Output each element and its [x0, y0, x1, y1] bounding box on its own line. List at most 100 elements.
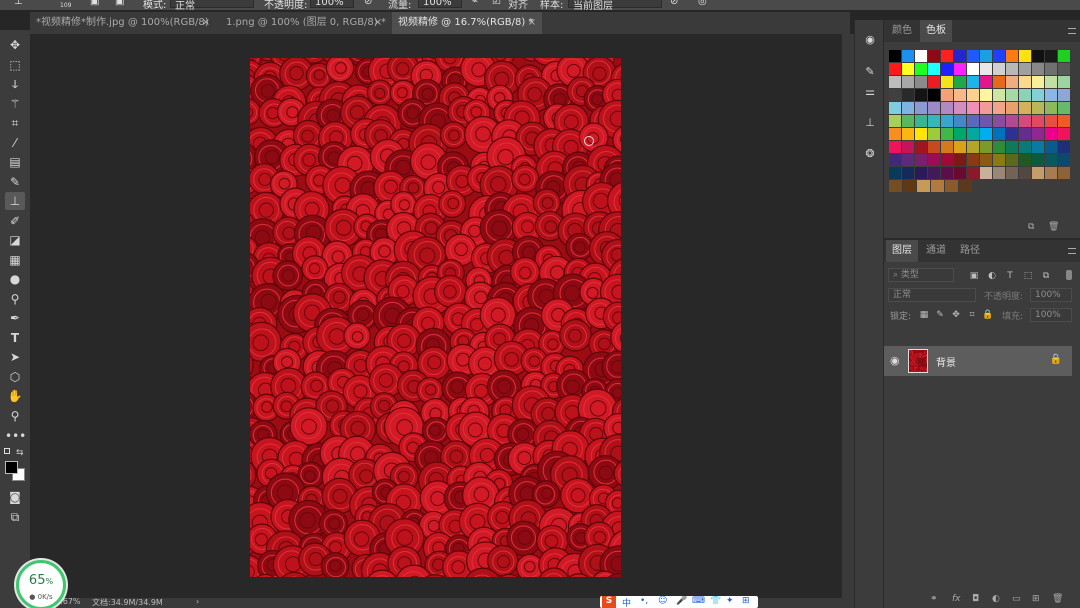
color-swatch[interactable] — [889, 141, 901, 153]
color-swatch[interactable] — [1019, 89, 1031, 101]
color-swatch[interactable] — [915, 50, 927, 62]
color-swatch[interactable] — [1019, 115, 1031, 127]
shape-tool-icon[interactable]: ⬡ — [5, 368, 25, 386]
blend-mode-select[interactable]: 正常 — [888, 288, 976, 302]
color-swatch[interactable] — [1032, 115, 1044, 127]
tab-swatches[interactable]: 色板 — [920, 20, 952, 42]
color-swatch[interactable] — [915, 115, 927, 127]
color-swatch[interactable] — [915, 128, 927, 140]
delete-swatch-icon[interactable]: 🗑 — [1048, 222, 1059, 232]
color-swatch[interactable] — [967, 154, 979, 166]
color-swatch[interactable] — [945, 180, 958, 192]
tab-color[interactable]: 颜色 — [886, 20, 918, 42]
color-swatch[interactable] — [1032, 102, 1044, 114]
layer-opacity-field[interactable]: 100% — [1030, 288, 1072, 302]
tab-layers[interactable]: 图层 — [886, 240, 918, 262]
clone-source-panel-icon[interactable]: ⊥ — [862, 115, 878, 131]
color-swatch[interactable] — [1045, 115, 1057, 127]
color-swatch[interactable] — [889, 76, 901, 88]
airbrush-icon[interactable]: ⌁ — [472, 0, 478, 7]
color-swatch[interactable] — [902, 76, 914, 88]
tools-icon[interactable]: ✦ — [726, 596, 734, 606]
color-swatch[interactable] — [980, 167, 992, 179]
zoom-tool-icon[interactable]: ⚲ — [5, 407, 25, 425]
color-swatch[interactable] — [980, 63, 992, 75]
color-swatch[interactable] — [967, 167, 979, 179]
color-swatch[interactable] — [902, 50, 914, 62]
learn-panel-icon[interactable]: ◉ — [862, 32, 878, 48]
color-swatch[interactable] — [1032, 63, 1044, 75]
tab-document-3[interactable]: 视频精修 @ 16.7%(RGB/8) * × — [392, 12, 542, 34]
skin-icon[interactable]: 👕 — [710, 596, 721, 606]
lock-image-icon[interactable]: ✎ — [934, 309, 946, 321]
color-swatch[interactable] — [1006, 167, 1018, 179]
color-swatch[interactable] — [967, 50, 979, 62]
align-checkbox[interactable]: ☑ — [492, 0, 501, 7]
color-swatch[interactable] — [1045, 102, 1057, 114]
document-canvas[interactable] — [250, 58, 621, 577]
color-swatch[interactable] — [1006, 89, 1018, 101]
network-speed-widget[interactable]: 65% ● 0K/s — [16, 560, 66, 608]
color-swatch[interactable] — [915, 167, 927, 179]
color-swatch[interactable] — [980, 89, 992, 101]
color-swatch[interactable] — [902, 115, 914, 127]
opacity-field[interactable]: 100% — [310, 0, 354, 8]
color-swatch[interactable] — [1006, 63, 1018, 75]
color-swatch[interactable] — [1045, 167, 1057, 179]
brush-settings-panel-icon[interactable]: ✎ — [862, 64, 878, 80]
foreground-color-swatch[interactable] — [5, 461, 18, 474]
color-swatch[interactable] — [928, 154, 940, 166]
tab-channels[interactable]: 通道 — [920, 240, 952, 262]
color-swatch[interactable] — [993, 128, 1005, 140]
color-swatch[interactable] — [889, 180, 902, 192]
color-swatch[interactable] — [928, 50, 940, 62]
color-swatch[interactable] — [928, 167, 940, 179]
quick-mask-icon[interactable]: ◙ — [5, 488, 25, 506]
color-swatch[interactable] — [941, 63, 953, 75]
color-swatch[interactable] — [1045, 89, 1057, 101]
ignore-adjustment-icon[interactable]: ⊘ — [670, 0, 678, 7]
color-swatch[interactable] — [902, 154, 914, 166]
color-swatch[interactable] — [928, 102, 940, 114]
color-swatch[interactable] — [1058, 115, 1070, 127]
color-swatch[interactable] — [915, 154, 927, 166]
group-icon[interactable]: ▭ — [1012, 594, 1021, 604]
color-swatch[interactable] — [980, 115, 992, 127]
color-swatch[interactable] — [928, 89, 940, 101]
color-swatch[interactable] — [1045, 141, 1057, 153]
lock-artboard-icon[interactable]: ⌗ — [966, 309, 978, 321]
color-swatch[interactable] — [941, 102, 953, 114]
menu-grid-icon[interactable]: ⊞ — [742, 596, 750, 606]
color-swatch[interactable] — [954, 141, 966, 153]
ime-logo[interactable]: S — [602, 596, 616, 608]
color-swatch[interactable] — [902, 128, 914, 140]
color-swatch[interactable] — [889, 154, 901, 166]
emoji-icon[interactable]: ☺ — [658, 596, 667, 606]
color-swatch[interactable] — [993, 141, 1005, 153]
color-swatch[interactable] — [1058, 50, 1070, 62]
color-swatch[interactable] — [902, 102, 914, 114]
color-swatch[interactable] — [1032, 50, 1044, 62]
color-swatch[interactable] — [967, 141, 979, 153]
color-swatch[interactable] — [980, 128, 992, 140]
color-swatch[interactable] — [941, 154, 953, 166]
magic-wand-tool-icon[interactable]: ⚚ — [5, 95, 25, 113]
color-swatch[interactable] — [1019, 167, 1031, 179]
flow-field[interactable]: 100% — [418, 0, 462, 8]
ime-language[interactable]: 中 — [622, 596, 631, 608]
healing-brush-tool-icon[interactable]: ▤ — [5, 153, 25, 171]
color-swatch[interactable] — [993, 89, 1005, 101]
color-swatch[interactable] — [1045, 50, 1057, 62]
voice-icon[interactable]: 🎤 — [676, 596, 687, 606]
color-swatch[interactable] — [928, 115, 940, 127]
toggle-clone-panel-icon[interactable]: ▣ — [90, 0, 99, 7]
link-icon[interactable]: ⚭ — [930, 594, 938, 604]
color-swatch[interactable] — [1006, 76, 1018, 88]
color-swatch[interactable] — [980, 76, 992, 88]
color-swatch[interactable] — [954, 167, 966, 179]
color-swatch[interactable] — [1058, 89, 1070, 101]
filter-adjustment-icon[interactable]: ◐ — [986, 270, 998, 282]
layer-row-background[interactable]: ◉ 背景 🔒 — [884, 346, 1072, 376]
tab-paths[interactable]: 路径 — [954, 240, 986, 262]
color-swatch[interactable] — [980, 50, 992, 62]
